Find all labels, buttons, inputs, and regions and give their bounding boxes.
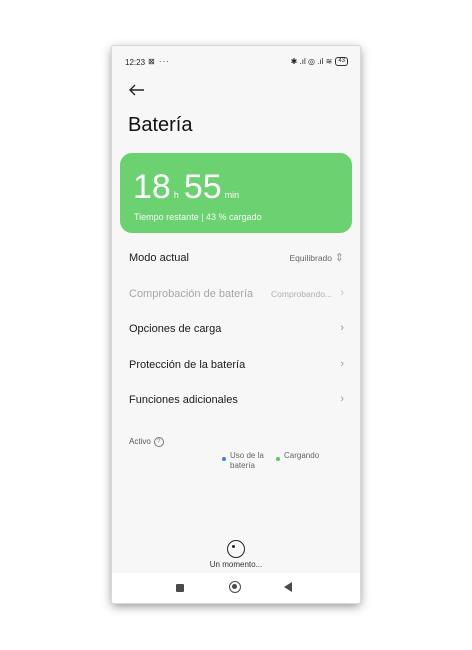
additional-features-label: Funciones adicionales	[129, 394, 238, 406]
notification-icons: ⊠ ···	[148, 57, 170, 66]
recents-button[interactable]	[176, 584, 184, 592]
blue-dot-icon	[222, 457, 226, 461]
legend-charging: Cargando	[276, 451, 319, 471]
chevron-right-icon: ›	[340, 287, 344, 299]
chevron-right-icon: ›	[340, 322, 344, 334]
additional-features-row[interactable]: Funciones adicionales ›	[112, 384, 360, 418]
charging-options-row[interactable]: Opciones de carga ›	[112, 313, 360, 347]
usage-legend: Uso de la batería Cargando	[222, 451, 327, 471]
battery-protection-label: Protección de la batería	[129, 359, 246, 371]
battery-subtitle: Tiempo restante | 43 % cargado	[134, 212, 262, 222]
green-dot-icon	[276, 457, 280, 461]
battery-icon: 43	[335, 57, 348, 66]
active-section-label: Activo?	[129, 437, 164, 447]
loading-text: Un momento...	[209, 560, 263, 569]
battery-check-value: Comprobando...	[271, 289, 332, 299]
signal-wifi-icons: ✱ .ıl ◎ .ıl ≋	[290, 57, 333, 66]
remaining-time: 18 h 55 min	[133, 170, 244, 204]
loading-icon	[227, 540, 245, 558]
current-mode-row[interactable]: Modo actual Equilibrado ⇕	[112, 242, 360, 276]
current-mode-label: Modo actual	[129, 252, 189, 264]
page: 12:23 ⊠ ··· ✱ .ıl ◎ .ıl ≋ 43 Batería 18 …	[0, 0, 472, 650]
status-bar: 12:23 ⊠ ··· ✱ .ıl ◎ .ıl ≋ 43	[112, 46, 360, 76]
status-time: 12:23	[125, 58, 146, 67]
arrow-left-icon	[129, 84, 144, 96]
updown-icon: ⇕	[334, 252, 344, 264]
legend-battery-usage: Uso de la batería	[222, 451, 268, 471]
legend-charging-label: Cargando	[284, 451, 320, 460]
help-icon[interactable]: ?	[153, 437, 164, 447]
minutes-unit: min	[224, 190, 240, 200]
phone-screen: 12:23 ⊠ ··· ✱ .ıl ◎ .ıl ≋ 43 Batería 18 …	[112, 46, 360, 603]
chevron-right-icon: ›	[340, 393, 344, 405]
legend-battery-usage-label: Uso de la batería	[230, 451, 264, 470]
nav-back-button[interactable]	[284, 582, 292, 592]
status-right-icons: ✱ .ıl ◎ .ıl ≋ 43	[291, 57, 348, 66]
battery-check-label: Comprobación de batería	[129, 288, 254, 300]
minutes-value: 55	[183, 168, 222, 206]
charging-options-label: Opciones de carga	[129, 323, 222, 335]
current-mode-value: Equilibrado	[289, 253, 332, 263]
hours-value: 18	[133, 168, 171, 206]
loading-indicator: Un momento...	[112, 540, 360, 569]
battery-protection-row[interactable]: Protección de la batería ›	[112, 349, 360, 383]
active-label-text: Activo	[129, 437, 151, 446]
hours-unit: h	[173, 190, 179, 200]
page-title: Batería	[128, 114, 193, 136]
chevron-right-icon: ›	[340, 358, 344, 370]
battery-status-card[interactable]: 18 h 55 min Tiempo restante | 43 % carga…	[120, 153, 352, 233]
back-button[interactable]	[126, 80, 148, 100]
battery-check-row[interactable]: Comprobación de batería Comprobando... ›	[112, 278, 360, 312]
navigation-bar	[112, 573, 360, 603]
home-button[interactable]	[229, 581, 241, 593]
